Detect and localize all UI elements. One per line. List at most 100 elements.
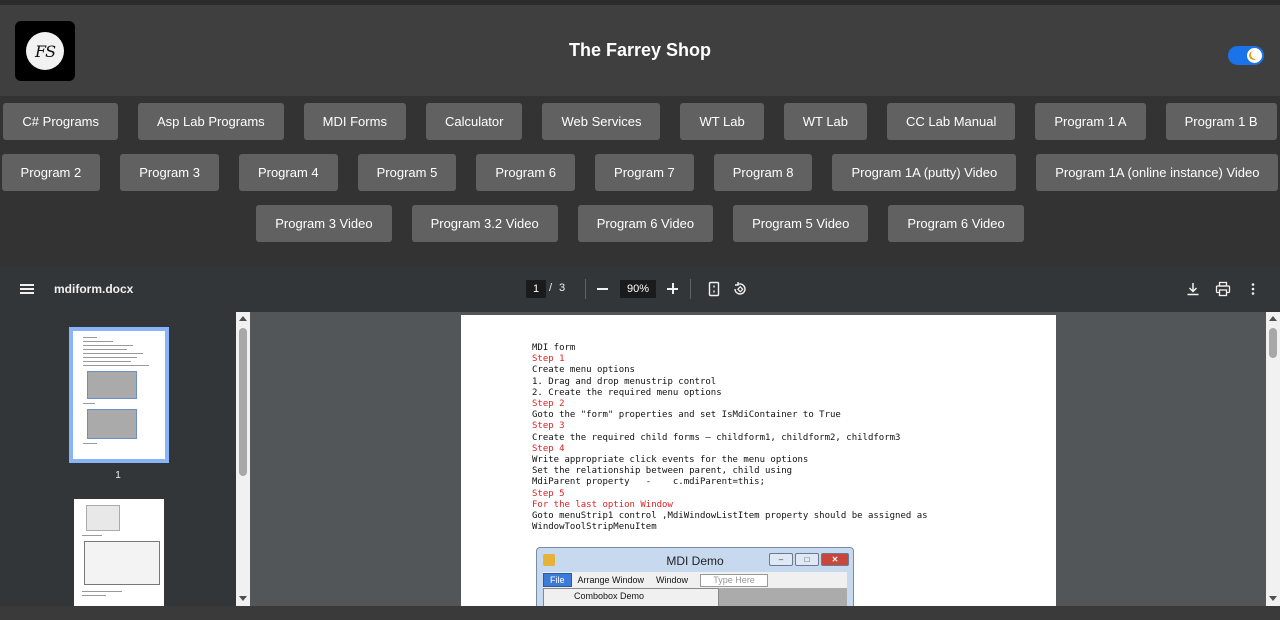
toolbar-divider — [690, 279, 691, 299]
nav-button[interactable]: Program 2 — [1, 154, 101, 191]
document-pane: MDI form Step 1 Create menu options 1. Drag… — [250, 312, 1266, 606]
document-line: 2. Create the required menu options — [532, 387, 722, 398]
thumb-line — [83, 403, 95, 404]
document-line: Write appropriate click events for the m… — [532, 455, 809, 466]
bottom-bar — [0, 606, 1280, 620]
thumb-line — [83, 353, 143, 354]
scroll-up-arrow[interactable] — [239, 316, 247, 321]
mdi-menu-window: Window — [656, 575, 689, 585]
thumbnail-pane: 1 — [0, 312, 236, 606]
thumbnail-scrollbar[interactable] — [236, 312, 250, 606]
document-line: Create the required child forms – childf… — [532, 432, 901, 443]
zoom-in-icon[interactable] — [667, 283, 678, 294]
thumb-line — [82, 595, 106, 596]
page-total: 3 — [559, 282, 566, 294]
nav-button[interactable]: WT Lab — [680, 103, 764, 140]
thumb-line — [83, 365, 149, 366]
nav-button[interactable]: Asp Lab Programs — [138, 103, 284, 140]
thumb-line — [83, 443, 97, 444]
nav-button[interactable]: Program 1A (online instance) Video — [1036, 154, 1279, 191]
nav-button[interactable]: Program 5 Video — [733, 205, 869, 242]
maximize-icon: □ — [795, 553, 819, 566]
program-nav: C# Programs Asp Lab Programs MDI Forms Calc… — [0, 96, 1280, 266]
page-thumbnail-1[interactable] — [69, 327, 169, 463]
step-heading: For the last option Window — [532, 499, 673, 510]
zoom-input[interactable]: 90% — [620, 280, 656, 298]
scrollbar-thumb[interactable] — [239, 328, 247, 476]
thumb-line — [83, 337, 97, 338]
nav-button[interactable]: Program 5 — [357, 154, 457, 191]
document-line: WindowToolStripMenuItem — [532, 522, 657, 533]
document-line: 1. Drag and drop menustrip control — [532, 376, 717, 387]
print-icon[interactable] — [1215, 281, 1231, 297]
nav-button[interactable]: Program 1 A — [1035, 103, 1146, 140]
thumb-line — [82, 591, 122, 592]
nav-button[interactable]: Web Services — [542, 103, 661, 140]
embedded-screenshot: MDI Demo – □ ✕ File Arrange Window Windo… — [536, 547, 854, 606]
moon-icon — [1251, 50, 1260, 59]
dark-mode-toggle[interactable] — [1228, 46, 1264, 65]
mdi-type-here: Type Here — [700, 573, 769, 587]
download-icon[interactable] — [1185, 281, 1201, 297]
step-heading: Step 2 — [532, 399, 565, 410]
thumb-line — [83, 341, 113, 342]
site-title: The Farrey Shop — [568, 40, 712, 60]
nav-button[interactable]: Calculator — [425, 103, 523, 140]
toolbar-divider — [585, 279, 586, 299]
page-thumbnail-2[interactable] — [74, 499, 164, 606]
nav-button[interactable]: Program 1A (putty) Video — [832, 154, 1017, 191]
scrollbar-thumb[interactable] — [1269, 328, 1277, 358]
page-number-input[interactable]: 1 — [526, 280, 546, 298]
document-title: mdiform.docx — [54, 282, 134, 296]
thumb-table — [84, 541, 160, 585]
mdi-submenu-item: Combobox Demo — [543, 588, 719, 606]
document-line: MDI form — [532, 343, 576, 353]
thumb-line — [83, 345, 133, 346]
nav-button[interactable]: CC Lab Manual — [887, 103, 1016, 140]
nav-button[interactable]: Program 3.2 Video — [411, 205, 558, 242]
nav-button[interactable]: Program 6 Video — [577, 205, 714, 242]
more-icon[interactable] — [1245, 281, 1261, 297]
scroll-up-arrow[interactable] — [1269, 316, 1277, 321]
nav-button[interactable]: Program 7 — [595, 154, 694, 191]
thumb-screenshot — [87, 371, 137, 399]
menu-icon[interactable] — [20, 284, 34, 294]
fit-page-icon[interactable] — [706, 281, 722, 297]
nav-button[interactable]: WT Lab — [783, 103, 868, 140]
document-line: Create menu options — [532, 365, 635, 376]
nav-button[interactable]: Program 8 — [713, 154, 813, 191]
zoom-out-icon[interactable] — [597, 288, 608, 290]
scroll-down-arrow[interactable] — [239, 596, 247, 601]
nav-button[interactable]: MDI Forms — [303, 103, 406, 140]
thumbnail-label: 1 — [115, 470, 121, 481]
step-heading: Step 1 — [532, 354, 565, 365]
nav-button[interactable]: Program 6 — [476, 154, 576, 191]
step-heading: Step 3 — [532, 421, 565, 432]
step-heading: Step 5 — [532, 488, 565, 499]
nav-row-3: Program 3 Video Program 3.2 Video Program … — [0, 205, 1280, 242]
document-line: Goto menuStrip1 control ,MdiWindowListIt… — [532, 511, 928, 522]
document-viewer: mdiform.docx 1 / 3 90% 1 MDI form Step 1… — [0, 266, 1280, 620]
thumb-line — [82, 535, 102, 536]
nav-button[interactable]: Program 4 — [238, 154, 338, 191]
mdi-menu-file: File — [543, 573, 572, 587]
scroll-down-arrow[interactable] — [1269, 596, 1277, 601]
document-line: MdiParent property - c.mdiParent=this; — [532, 477, 765, 488]
nav-button[interactable]: Program 1 B — [1165, 103, 1277, 140]
page-separator: / — [549, 282, 553, 294]
window-controls: – □ ✕ — [767, 553, 849, 566]
document-text: MDI form Step 1 Create menu options 1. Drag… — [532, 343, 928, 533]
close-icon: ✕ — [821, 553, 849, 566]
rotate-icon[interactable] — [732, 281, 748, 297]
nav-button[interactable]: Program 6 Video — [888, 205, 1024, 242]
document-scrollbar[interactable] — [1266, 312, 1280, 606]
toggle-knob — [1247, 48, 1262, 63]
nav-button[interactable]: Program 3 — [120, 154, 219, 191]
document-line: Set the relationship between parent, chi… — [532, 466, 793, 477]
thumb-line — [83, 349, 127, 350]
thumb-line — [83, 357, 137, 358]
nav-row-1: C# Programs Asp Lab Programs MDI Forms Calc… — [0, 103, 1280, 140]
nav-button[interactable]: Program 3 Video — [256, 205, 392, 242]
site-header: FS The Farrey Shop — [0, 5, 1280, 96]
nav-button[interactable]: C# Programs — [3, 103, 118, 140]
